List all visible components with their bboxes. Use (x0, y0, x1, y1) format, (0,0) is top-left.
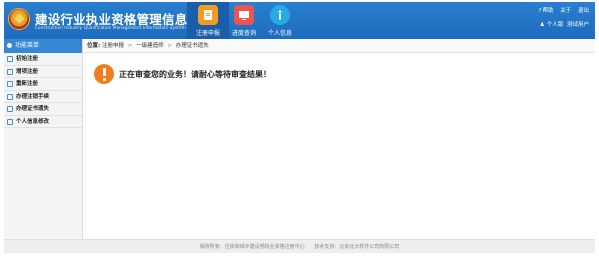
sidebar-item-re-registration[interactable]: 重新注册 (4, 78, 82, 91)
user-edition: 个人版 (546, 22, 564, 28)
form-icon (7, 106, 13, 112)
header-bar: 建设行业执业资格管理信息系统 Construction Industry Qua… (4, 2, 595, 39)
breadcrumb-item: 办理证书遗失 (175, 43, 209, 49)
help-link[interactable]: 帮助 (542, 8, 553, 14)
notice-message: 正在审查您的业务！请耐心等待审查结果！ (119, 70, 271, 79)
sidebar-item-label: 重新注册 (16, 81, 39, 87)
breadcrumb-separator: > (127, 43, 133, 49)
sidebar-item-label: 初始注册 (16, 56, 39, 62)
form-icon (7, 93, 13, 100)
breadcrumb-lead: 位置: (87, 43, 101, 49)
user-icon: ♟ (539, 22, 545, 28)
national-emblem-logo (8, 8, 30, 30)
top-links: ?帮助 关于 退出 (534, 6, 589, 14)
app-subtitle: Construction Industry Qualification Mana… (35, 25, 186, 30)
footer-copyright: 版权所有：住房和城乡建设部执业资格注册中心 (199, 244, 305, 250)
sidebar-item-cancellation[interactable]: 办理注销手续 (4, 91, 82, 103)
sidebar-item-certificate-lost[interactable]: 办理证书遗失 (4, 103, 82, 116)
sidebar-item-initial-registration[interactable]: 初始注册 (4, 53, 82, 66)
help-icon: ? (538, 8, 542, 14)
tab-label: 个人信息 (267, 30, 292, 37)
info-icon (270, 5, 290, 25)
page: 建设行业执业资格管理信息系统 Construction Industry Qua… (4, 2, 595, 253)
footer: 版权所有：住房和城乡建设部执业资格注册中心 技术支持：北京北大软件公司有限公司 (4, 239, 595, 253)
breadcrumb: 位置: 注册申报 > 一级建造师 > 办理证书遗失 (84, 39, 595, 53)
sidebar-item-label: 个人信息修改 (16, 118, 50, 125)
sidebar-item-label: 办理注销手续 (16, 93, 50, 100)
form-icon (7, 56, 13, 62)
about-link[interactable]: 关于 (560, 8, 571, 14)
user-name: 测试用户 (566, 22, 589, 28)
footer-support: 技术支持：北京北大软件公司有限公司 (314, 244, 400, 250)
logout-link[interactable]: 退出 (578, 8, 589, 14)
sidebar: 功能菜单 初始注册 增项注册 重新注册 办理注销手续 办理证书遗失 个人信息修改 (4, 39, 83, 239)
sidebar-heading: 功能菜单 (4, 39, 82, 53)
document-icon (198, 5, 218, 25)
sidebar-item-label: 增项注册 (16, 68, 39, 75)
warning-icon (94, 64, 114, 84)
form-icon (7, 68, 13, 75)
tab-personal-info[interactable]: 个人信息 (259, 2, 301, 39)
form-icon (7, 118, 13, 125)
user-info: ♟ 个人版 测试用户 (540, 20, 589, 28)
main-content: 位置: 注册申报 > 一级建造师 > 办理证书遗失 正在审查您的业务！请耐心等待… (84, 39, 595, 239)
sidebar-item-label: 办理证书遗失 (16, 106, 50, 112)
sidebar-item-add-registration[interactable]: 增项注册 (4, 66, 82, 78)
edit-icon (7, 81, 13, 87)
breadcrumb-item[interactable]: 注册申报 (102, 43, 124, 49)
breadcrumb-separator: > (167, 43, 172, 49)
sidebar-item-personal-info-edit[interactable]: 个人信息修改 (4, 116, 82, 128)
breadcrumb-item[interactable]: 一级建造师 (136, 43, 164, 49)
monitor-icon (234, 5, 254, 25)
